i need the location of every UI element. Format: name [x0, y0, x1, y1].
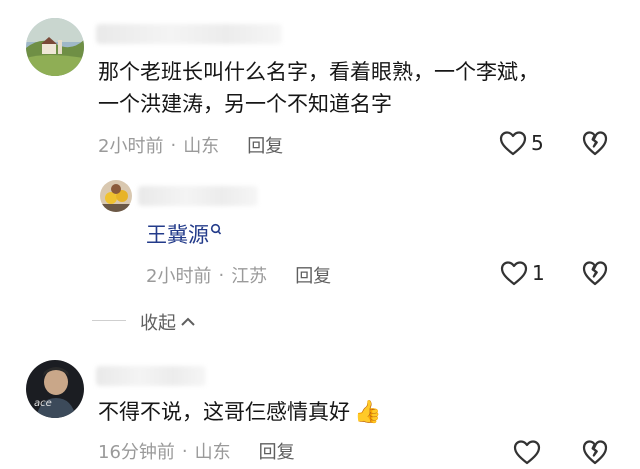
comment-text-line-2: 一个洪建涛，另一个不知道名字 — [98, 92, 392, 116]
mention[interactable]: 王冀源 — [146, 219, 222, 249]
reply-avatar[interactable] — [100, 180, 132, 212]
reply-dislike-button[interactable] — [582, 260, 608, 290]
svg-text:ace: ace — [34, 398, 52, 409]
comment-text: 不得不说，这哥仨感情真好 👍 — [98, 396, 381, 428]
reply-username-blurred — [138, 186, 258, 206]
broken-heart-icon — [582, 131, 608, 156]
reply-time: 2小时前 — [146, 266, 212, 287]
username-blurred — [96, 366, 206, 386]
reply-like-button[interactable]: 1 — [500, 260, 545, 286]
reply-button[interactable]: 回复 — [247, 132, 283, 158]
reply-location: 江苏 — [231, 266, 268, 287]
heart-outline-icon — [513, 440, 541, 465]
comment-text-body: 不得不说，这哥仨感情真好 — [98, 400, 350, 424]
comment-text-line-1: 那个老班长叫什么名字，看着眼熟，一个李斌， — [98, 60, 539, 84]
collapse-label: 收起 — [140, 313, 176, 334]
like-count: 5 — [531, 131, 544, 155]
broken-heart-icon — [582, 261, 608, 286]
thumbs-up-emoji: 👍 — [354, 399, 382, 425]
comment-location: 山东 — [183, 136, 220, 157]
reply-button[interactable]: 回复 — [259, 438, 295, 464]
dislike-button[interactable] — [582, 130, 608, 160]
broken-heart-icon — [582, 440, 608, 465]
heart-outline-icon — [499, 131, 527, 156]
chevron-up-icon — [181, 317, 195, 326]
comment-meta: 16分钟前 · 山东 回复 — [98, 438, 295, 464]
like-button[interactable] — [513, 439, 541, 469]
reply-button[interactable]: 回复 — [295, 262, 331, 288]
like-button[interactable]: 5 — [499, 130, 544, 156]
mention-name[interactable]: 王冀源 — [146, 219, 209, 249]
heart-outline-icon — [500, 261, 528, 286]
comment-time: 16分钟前 — [98, 442, 175, 463]
avatar[interactable] — [26, 18, 84, 76]
collapse-divider — [92, 320, 126, 321]
reply-meta: 2小时前 · 江苏 回复 — [146, 262, 331, 288]
dislike-button[interactable] — [582, 439, 608, 469]
reply-like-count: 1 — [532, 261, 545, 285]
comment-location: 山东 — [194, 442, 231, 463]
avatar[interactable]: ace — [26, 360, 84, 418]
meta-separator: · — [181, 440, 188, 462]
collapse-button[interactable]: 收起 — [140, 309, 196, 335]
search-q-icon — [210, 223, 222, 235]
comment-time: 2小时前 — [98, 136, 164, 157]
meta-separator: · — [218, 264, 225, 286]
comment-meta: 2小时前 · 山东 回复 — [98, 132, 283, 158]
meta-separator: · — [170, 134, 177, 156]
username-blurred — [96, 24, 282, 44]
